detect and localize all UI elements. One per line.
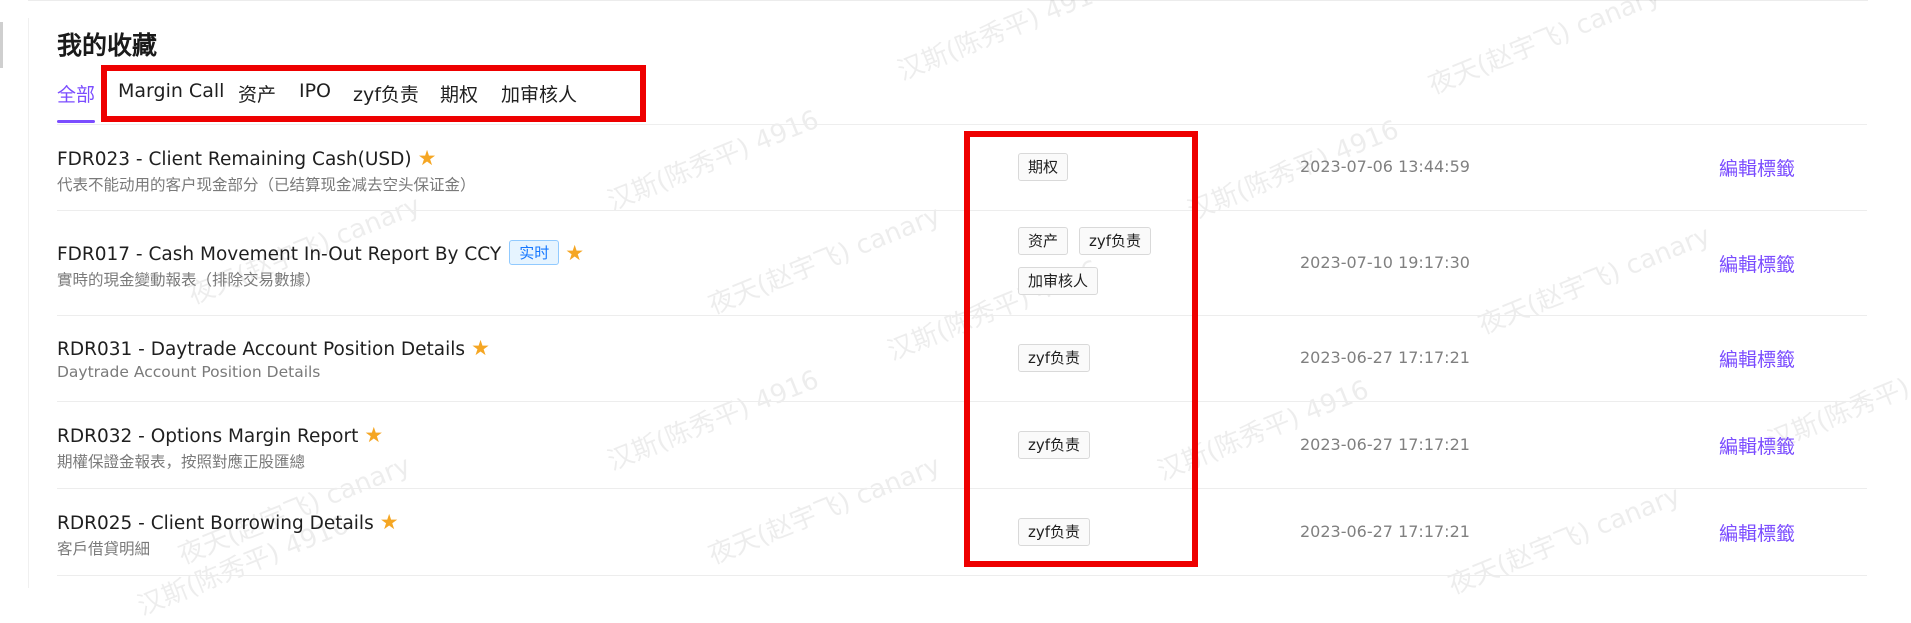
star-icon[interactable]: ★: [418, 146, 437, 170]
active-tab-indicator: [57, 120, 95, 123]
realtime-badge: 实时: [509, 240, 560, 265]
favorite-date: 2023-07-06 13:44:59: [1300, 157, 1470, 176]
edit-tags-link[interactable]: 編輯標籤: [1719, 432, 1795, 459]
edit-tags-link[interactable]: 編輯標籤: [1719, 250, 1795, 277]
star-icon[interactable]: ★: [471, 336, 490, 360]
report-description: 代表不能动用的客户现金部分（已结算现金减去空头保证金）: [57, 176, 476, 194]
star-icon[interactable]: ★: [565, 241, 584, 265]
report-title[interactable]: RDR025 - Client Borrowing Details: [57, 513, 374, 534]
favorite-date: 2023-07-10 19:17:30: [1300, 253, 1470, 272]
star-icon[interactable]: ★: [380, 510, 399, 534]
left-edge-bar: [0, 22, 3, 68]
table-row: RDR031 - Daytrade Account Position Detai…: [57, 316, 1867, 402]
edit-tags-link[interactable]: 編輯標籤: [1719, 154, 1795, 181]
row-title-line: RDR025 - Client Borrowing Details ★: [57, 510, 399, 534]
table-row: RDR032 - Options Margin Report ★ 期權保證金報表，…: [57, 402, 1867, 489]
left-divider: [28, 18, 29, 588]
watermark-text: 夜天(赵宇飞) canary: [1424, 0, 1665, 102]
report-description: Daytrade Account Position Details: [57, 363, 321, 381]
row-title-line: FDR017 - Cash Movement In-Out Report By …: [57, 240, 584, 265]
tabs-highlight-box: [101, 65, 646, 122]
page-title: 我的收藏: [57, 31, 158, 60]
report-description: 實時的現金變動報表（排除交易數據）: [57, 271, 321, 289]
table-row: FDR017 - Cash Movement In-Out Report By …: [57, 211, 1867, 316]
report-title[interactable]: RDR032 - Options Margin Report: [57, 426, 358, 447]
star-icon[interactable]: ★: [364, 423, 383, 447]
tab-all[interactable]: 全部: [57, 80, 95, 107]
top-divider: [28, 0, 1868, 1]
report-description: 客戶借貸明細: [57, 540, 151, 558]
table-row: FDR023 - Client Remaining Cash(USD) ★ 代表不…: [57, 125, 1867, 211]
row-title-line: RDR032 - Options Margin Report ★: [57, 423, 383, 447]
table-row: RDR025 - Client Borrowing Details ★ 客戶借貸明…: [57, 489, 1867, 576]
watermark-text: 汉斯(陈秀平) 4916: [893, 0, 1114, 87]
row-title-line: RDR031 - Daytrade Account Position Detai…: [57, 336, 490, 360]
edit-tags-link[interactable]: 編輯標籤: [1719, 345, 1795, 372]
report-title[interactable]: FDR023 - Client Remaining Cash(USD): [57, 149, 412, 170]
tags-highlight-box: [964, 131, 1198, 567]
favorite-date: 2023-06-27 17:17:21: [1300, 522, 1470, 541]
favorite-date: 2023-06-27 17:17:21: [1300, 435, 1470, 454]
report-title[interactable]: FDR017 - Cash Movement In-Out Report By …: [57, 244, 501, 265]
favorite-date: 2023-06-27 17:17:21: [1300, 348, 1470, 367]
row-title-line: FDR023 - Client Remaining Cash(USD) ★: [57, 146, 436, 170]
edit-tags-link[interactable]: 編輯標籤: [1719, 519, 1795, 546]
report-description: 期權保證金報表，按照對應正股匯總: [57, 453, 306, 471]
report-title[interactable]: RDR031 - Daytrade Account Position Detai…: [57, 339, 465, 360]
